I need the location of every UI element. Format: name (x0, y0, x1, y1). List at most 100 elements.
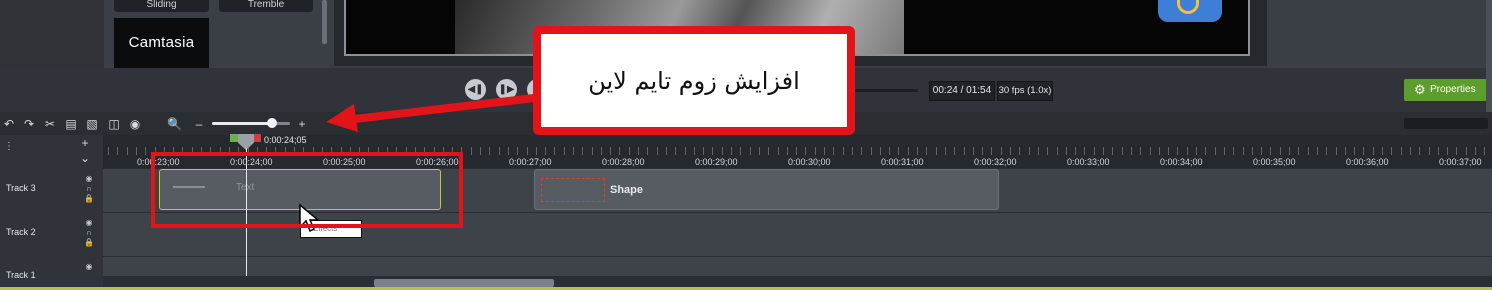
ruler-tick (1094, 147, 1095, 155)
ruler-label: 0:00:37;00 (1439, 157, 1482, 167)
track-controls-icon[interactable]: ◉ ∩ 🔒 (84, 174, 94, 204)
ruler-tick (722, 147, 723, 155)
ruler-tick (666, 147, 667, 155)
ruler-tick (880, 147, 881, 155)
ruler-tick (1289, 147, 1290, 155)
track-label-3: Track 3 (6, 183, 36, 193)
ruler-tick (954, 147, 955, 155)
redo-icon[interactable]: ↷ (22, 117, 36, 131)
paste-icon[interactable]: ▧ (85, 117, 99, 131)
ruler-tick (1047, 147, 1048, 155)
track-controls-icon[interactable]: ◉ (84, 262, 94, 272)
ruler-tick (768, 147, 769, 155)
playhead-out-marker[interactable] (253, 134, 261, 142)
cut-icon[interactable]: ✂ (43, 117, 57, 131)
time-display: 00:24 / 01:54 (929, 81, 995, 101)
ruler-tick (1345, 147, 1346, 155)
undo-icon[interactable]: ↶ (2, 117, 16, 131)
ruler-label: 0:00:35;00 (1253, 157, 1296, 167)
fps-display[interactable]: 30 fps (1.0x) (997, 81, 1053, 101)
add-track-icon[interactable]: + (78, 136, 92, 150)
ruler-tick (1224, 147, 1225, 155)
copy-icon[interactable]: ▤ (64, 117, 78, 131)
ruler-tick (815, 147, 816, 155)
ruler-tick (703, 147, 704, 155)
ruler-tick (1317, 147, 1318, 155)
transition-tremble[interactable]: Tremble (219, 0, 313, 12)
ruler-tick (1382, 147, 1383, 155)
ruler-tick (1066, 147, 1067, 155)
ruler-tick (1001, 147, 1002, 155)
ruler-label: 0:00:30;00 (788, 157, 831, 167)
ruler-tick (712, 147, 713, 155)
ruler-tick (471, 147, 472, 155)
ruler-tick (1150, 147, 1151, 155)
track-label-2: Track 2 (6, 227, 36, 237)
ruler-tick (694, 147, 695, 155)
media-bin-scrollbar[interactable] (322, 0, 327, 44)
ruler-tick (527, 147, 528, 155)
ruler-tick (1112, 147, 1113, 155)
ruler-tick (1122, 147, 1123, 155)
ruler-tick (1177, 147, 1178, 155)
ruler-tick (592, 147, 593, 155)
ruler-tick (1326, 147, 1327, 155)
ruler-label: 0:00:28;00 (602, 157, 645, 167)
ruler-tick (945, 147, 946, 155)
ruler-tick (731, 147, 732, 155)
annotation-callout: افزایش زوم تایم لاین (533, 26, 855, 135)
ruler-tick (936, 147, 937, 155)
ruler-tick (833, 147, 834, 155)
library-item-camtasia[interactable]: Camtasia (114, 18, 209, 68)
ruler-tick (1019, 147, 1020, 155)
ruler-tick (1270, 147, 1271, 155)
ruler-tick (1438, 147, 1439, 155)
track-height-icon[interactable]: ⋮ (2, 140, 16, 154)
timeline-scroll-thumb[interactable] (374, 279, 554, 287)
ruler-tick (582, 147, 583, 155)
callout-text: افزایش زوم تایم لاین (588, 66, 800, 95)
ruler-tick (517, 147, 518, 155)
snapshot-icon[interactable]: ◉ (128, 117, 142, 131)
ruler-tick (1475, 147, 1476, 155)
ruler-tick (843, 147, 844, 155)
ruler-tick (824, 147, 825, 155)
ruler-tick (1466, 147, 1467, 155)
ruler-tick (1075, 147, 1076, 155)
ruler-tick (759, 147, 760, 155)
ruler-tick (1447, 147, 1448, 155)
transition-sliding[interactable]: Sliding (114, 0, 209, 12)
ruler-tick (852, 147, 853, 155)
zoom-slider-knob[interactable] (267, 118, 277, 128)
timeline-search-field[interactable] (1404, 118, 1488, 129)
ruler-tick (1484, 147, 1485, 155)
ruler-tick (1196, 147, 1197, 155)
zoom-out-icon[interactable]: – (192, 117, 206, 131)
ruler-tick (1243, 147, 1244, 155)
chevron-down-icon[interactable]: ⌄ (78, 151, 92, 165)
ruler-tick (647, 147, 648, 155)
ruler-tick (1308, 147, 1309, 155)
ruler-tick (1336, 147, 1337, 155)
ruler-tick (564, 147, 565, 155)
ruler-tick (871, 147, 872, 155)
ruler-tick (750, 147, 751, 155)
shape-clip-thumbnail (541, 178, 605, 202)
ruler-tick (805, 147, 806, 155)
ruler-tick (638, 147, 639, 155)
zoom-in-icon[interactable]: + (295, 117, 309, 131)
split-icon[interactable]: ◫ (107, 117, 121, 131)
playback-progress[interactable] (850, 89, 918, 92)
right-panel-edge (1486, 0, 1492, 112)
ruler-tick (1456, 147, 1457, 155)
ruler-tick (1261, 147, 1262, 155)
zoom-search-icon[interactable]: 🔍 (167, 117, 182, 131)
annotation-arrow-icon (326, 94, 538, 132)
ruler-tick (908, 147, 909, 155)
track-row-1[interactable] (103, 256, 1492, 278)
track-controls-icon[interactable]: ◉ ∩ 🔒 (84, 218, 94, 248)
ruler-tick (898, 147, 899, 155)
ruler-tick (889, 147, 890, 155)
ruler-label: 0:00:34;00 (1160, 157, 1203, 167)
ruler-tick (1391, 147, 1392, 155)
